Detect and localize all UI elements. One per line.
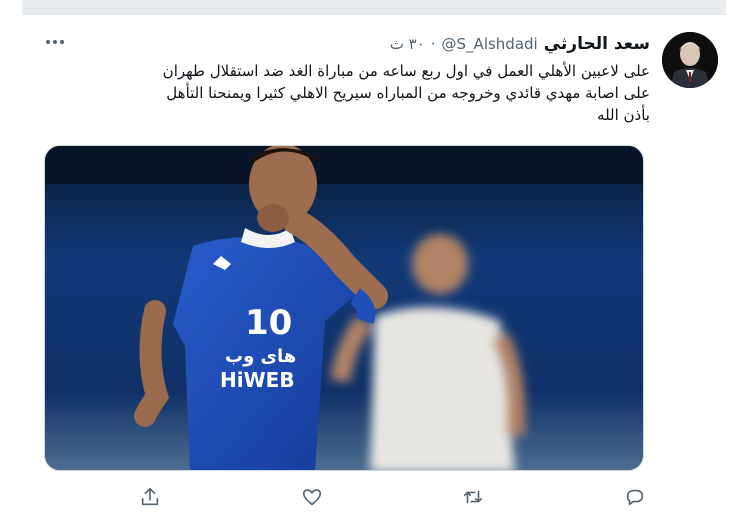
more-dot — [60, 40, 64, 44]
separator-dot: · — [430, 35, 436, 53]
tweet-text: على لاعبين الأهلي العمل في اول ربع ساعه … — [70, 60, 650, 126]
jersey-sponsor-arabic: های وب — [225, 346, 296, 367]
tweet-photo[interactable]: 10 های وب HiWEB — [44, 145, 644, 471]
jersey-number: 10 — [245, 303, 292, 343]
heart-icon[interactable] — [297, 482, 327, 512]
tweet-text-line: على لاعبين الأهلي العمل في اول ربع ساعه … — [162, 62, 650, 80]
retweet-icon[interactable] — [458, 482, 488, 512]
jersey-sponsor-latin: HiWEB — [220, 368, 295, 392]
timestamp[interactable]: ٣٠ ث — [390, 35, 425, 53]
avatar[interactable] — [662, 32, 718, 88]
more-options-icon[interactable] — [40, 30, 70, 54]
tweet-header: سعد الحارثي @S_Alshdadi · ٣٠ ث — [390, 32, 650, 56]
more-dot — [46, 40, 50, 44]
more-dot — [53, 40, 57, 44]
divider — [22, 14, 726, 15]
top-strip — [22, 0, 726, 14]
share-icon[interactable] — [135, 482, 165, 512]
author-handle[interactable]: @S_Alshdadi — [442, 35, 538, 53]
reply-icon[interactable] — [620, 482, 650, 512]
tweet-actions — [130, 482, 650, 512]
tweet-text-line: على اصابة مهدي قائدي وخروجه من المباراه … — [166, 84, 650, 102]
tweet-text-line: بأذن الله — [597, 106, 650, 124]
author-name[interactable]: سعد الحارثي — [544, 34, 650, 54]
